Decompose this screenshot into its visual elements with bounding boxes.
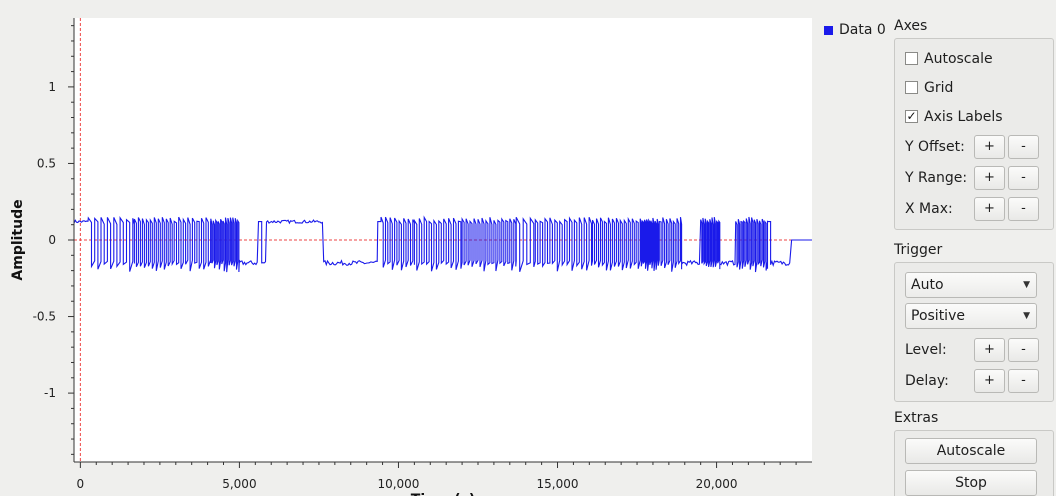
x-max-minus-button[interactable]: - <box>1008 196 1039 221</box>
x-tick-label: 10,000 <box>377 477 419 491</box>
x-max-row: X Max: + - <box>905 193 1043 224</box>
level-plus-button[interactable]: + <box>974 337 1005 362</box>
level-label: Level: <box>905 341 947 358</box>
amplitude-plot[interactable]: 1 0.5 0 -0.5 -1 0 5,000 10,000 15,000 20,000 Ampli… <box>0 0 820 496</box>
axis-labels-checkbox[interactable]: ✓ <box>905 110 918 123</box>
delay-minus-button[interactable]: - <box>1008 368 1039 393</box>
plot-area[interactable]: 1 0.5 0 -0.5 -1 0 5,000 10,000 15,000 20,000 Ampli… <box>0 0 820 496</box>
axis-labels-checkbox-row[interactable]: ✓ Axis Labels <box>905 102 1043 131</box>
legend-label: Data 0 <box>839 22 886 38</box>
y-offset-label: Y Offset: <box>905 138 965 155</box>
grid-checkbox[interactable] <box>905 81 918 94</box>
extras-group-title: Extras <box>894 410 939 426</box>
extras-group-box: Autoscale Stop <box>894 430 1054 496</box>
level-minus-button[interactable]: - <box>1008 337 1039 362</box>
delay-plus-button[interactable]: + <box>974 368 1005 393</box>
chevron-down-icon: ▼ <box>1023 280 1030 290</box>
y-range-plus-button[interactable]: + <box>974 165 1005 190</box>
legend-square-icon <box>824 25 833 35</box>
y-tick-label: -0.5 <box>33 310 56 324</box>
x-max-label: X Max: <box>905 200 953 217</box>
trigger-mode-select[interactable]: Auto ▼ <box>905 272 1037 298</box>
x-max-plus-button[interactable]: + <box>974 196 1005 221</box>
y-offset-plus-button[interactable]: + <box>974 134 1005 159</box>
y-tick-label: 0 <box>48 233 56 247</box>
autoscale-button[interactable]: Autoscale <box>905 438 1037 464</box>
y-offset-row: Y Offset: + - <box>905 131 1043 162</box>
y-tick-label: 1 <box>48 80 56 94</box>
y-range-row: Y Range: + - <box>905 162 1043 193</box>
grid-checkbox-label: Grid <box>924 79 954 96</box>
y-range-minus-button[interactable]: - <box>1008 165 1039 190</box>
x-tick-label: 20,000 <box>696 477 738 491</box>
trigger-slope-select[interactable]: Positive ▼ <box>905 303 1037 329</box>
axis-labels-checkbox-label: Axis Labels <box>924 108 1003 125</box>
stop-button[interactable]: Stop <box>905 470 1037 496</box>
autoscale-checkbox-label: Autoscale <box>924 50 993 67</box>
autoscale-checkbox[interactable] <box>905 52 918 65</box>
extras-group: Extras Autoscale Stop <box>894 410 1054 496</box>
y-tick-label: 0.5 <box>37 156 56 170</box>
delay-label: Delay: <box>905 372 949 389</box>
autoscale-checkbox-row[interactable]: Autoscale <box>905 44 1043 73</box>
x-tick-label: 15,000 <box>537 477 579 491</box>
chevron-down-icon: ▼ <box>1023 311 1030 321</box>
y-offset-minus-button[interactable]: - <box>1008 134 1039 159</box>
legend: Data 0 <box>824 22 886 38</box>
trigger-group-box: Auto ▼ Positive ▼ Level: + - Delay: + - <box>894 262 1054 402</box>
delay-row: Delay: + - <box>905 365 1043 396</box>
axes-group: Axes Autoscale Grid ✓ Axis Labels Y Offs… <box>894 18 1054 230</box>
trigger-slope-value: Positive <box>911 308 965 324</box>
level-row: Level: + - <box>905 334 1043 365</box>
axes-group-box: Autoscale Grid ✓ Axis Labels Y Offset: +… <box>894 38 1054 230</box>
grid-checkbox-row[interactable]: Grid <box>905 73 1043 102</box>
x-tick-label: 0 <box>77 477 85 491</box>
trigger-group: Trigger Auto ▼ Positive ▼ Level: + - Del… <box>894 242 1054 402</box>
x-tick-label: 5,000 <box>222 477 256 491</box>
x-axis-title: Time (s) <box>411 492 475 496</box>
trigger-mode-value: Auto <box>911 277 944 293</box>
y-axis-title: Amplitude <box>10 199 26 280</box>
trigger-group-title: Trigger <box>894 242 943 258</box>
y-tick-label: -1 <box>44 386 56 400</box>
y-range-label: Y Range: <box>905 169 968 186</box>
axes-group-title: Axes <box>894 18 928 34</box>
